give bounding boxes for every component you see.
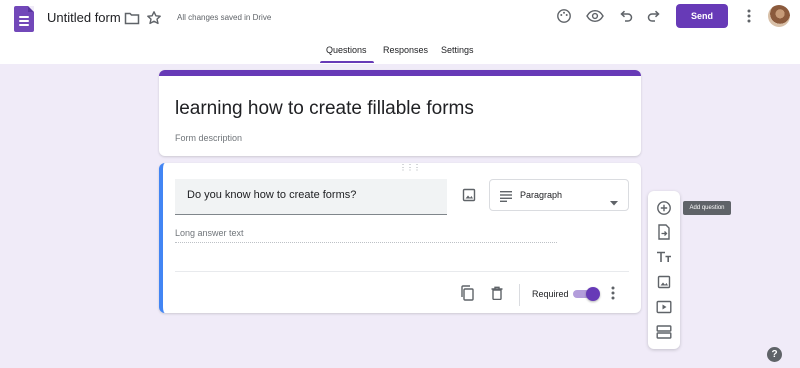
- long-answer-placeholder: Long answer text: [175, 228, 557, 243]
- divider: [519, 284, 520, 306]
- add-question-icon[interactable]: [652, 196, 676, 220]
- import-questions-icon[interactable]: [652, 220, 676, 244]
- palette-icon[interactable]: [552, 4, 576, 28]
- avatar[interactable]: [768, 5, 790, 27]
- add-video-icon[interactable]: [652, 295, 676, 319]
- question-more-icon[interactable]: [601, 281, 625, 305]
- add-section-icon[interactable]: [652, 320, 676, 344]
- paragraph-icon: [500, 189, 512, 207]
- dropdown-arrow-icon: [610, 193, 618, 211]
- delete-icon[interactable]: [485, 281, 509, 305]
- add-image-icon[interactable]: [457, 183, 481, 207]
- active-tab-indicator: [320, 61, 374, 63]
- add-title-icon[interactable]: [652, 245, 676, 269]
- star-icon[interactable]: [142, 6, 166, 30]
- question-type-select[interactable]: Paragraph: [489, 179, 629, 211]
- form-title-card[interactable]: learning how to create fillable forms Fo…: [159, 70, 641, 156]
- redo-icon[interactable]: [642, 4, 666, 28]
- tab-responses[interactable]: Responses: [383, 45, 428, 55]
- required-toggle[interactable]: [573, 287, 601, 301]
- top-bar: Untitled form All changes saved in Drive…: [0, 0, 800, 64]
- divider: [175, 271, 629, 272]
- folder-icon[interactable]: [120, 6, 144, 30]
- save-status: All changes saved in Drive: [177, 13, 272, 22]
- floating-toolbar: [648, 191, 680, 349]
- question-type-label: Paragraph: [520, 190, 563, 200]
- add-image-icon[interactable]: [652, 270, 676, 294]
- send-button[interactable]: Send: [676, 4, 728, 28]
- form-heading[interactable]: learning how to create fillable forms: [175, 98, 474, 120]
- help-icon[interactable]: ?: [767, 347, 782, 362]
- add-question-tooltip: Add question: [683, 201, 731, 215]
- question-title-input[interactable]: Do you know how to create forms?: [175, 179, 447, 215]
- more-vert-icon[interactable]: [737, 4, 761, 28]
- required-label: Required: [532, 289, 569, 299]
- form-title[interactable]: Untitled form: [47, 10, 121, 25]
- duplicate-icon[interactable]: [455, 281, 479, 305]
- drag-handle-icon[interactable]: ⋮⋮⋮: [399, 164, 421, 172]
- form-description-field[interactable]: Form description: [175, 133, 242, 143]
- preview-eye-icon[interactable]: [583, 4, 607, 28]
- tab-questions[interactable]: Questions: [326, 45, 367, 55]
- tab-bar: Questions Responses Settings: [0, 44, 800, 64]
- tab-settings[interactable]: Settings: [441, 45, 474, 55]
- question-card[interactable]: ⋮⋮⋮ Do you know how to create forms? Par…: [159, 163, 641, 313]
- undo-icon[interactable]: [614, 4, 638, 28]
- forms-logo-icon[interactable]: [14, 6, 34, 32]
